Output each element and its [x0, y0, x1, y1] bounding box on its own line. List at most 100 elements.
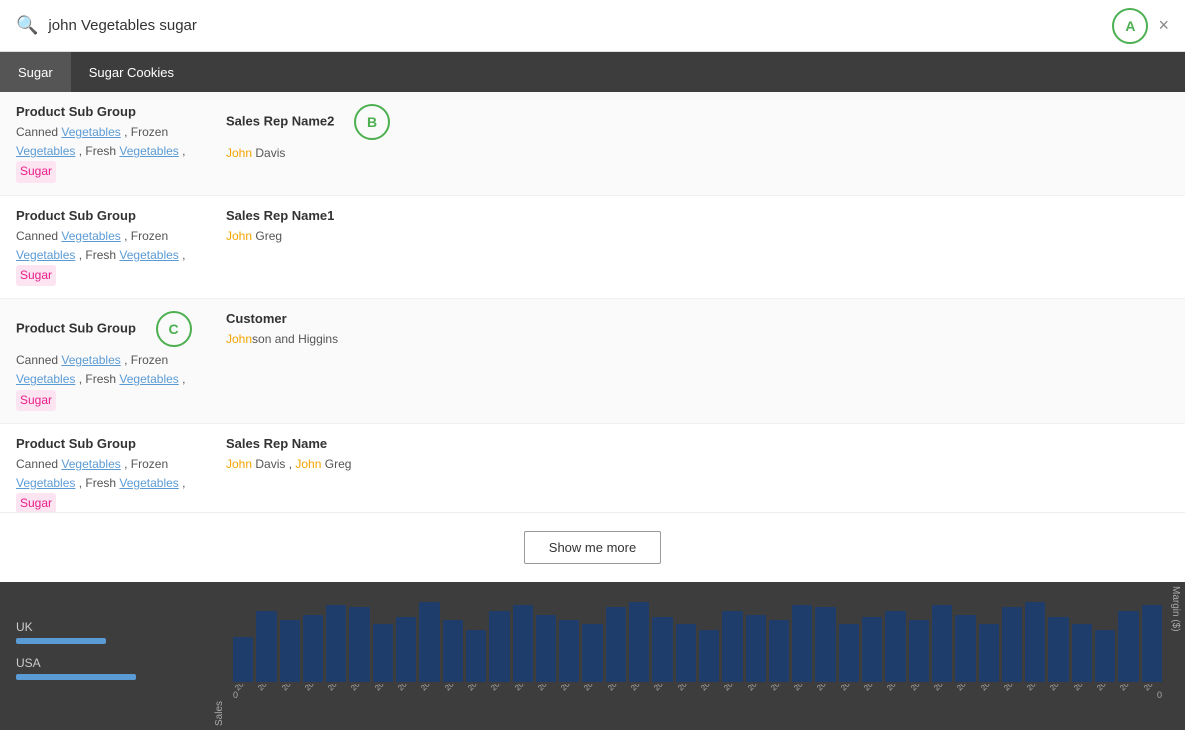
highlight-john: John	[295, 457, 321, 471]
chart-bar	[396, 617, 416, 682]
annotation-a: A	[1112, 8, 1148, 44]
highlight-veg: Vegetables	[61, 353, 120, 367]
left-field-values: Canned Vegetables , Frozen Vegetables , …	[16, 227, 226, 287]
chart-bar	[909, 620, 929, 682]
chart-bar	[513, 605, 533, 682]
highlight-veg: Vegetables	[119, 144, 178, 158]
chart-labels: 2012-Jan2012-Feb2012-Mar2012-Apr2012-May…	[229, 684, 1166, 724]
result-row: Product Sub Group C Canned Vegetables , …	[0, 299, 1185, 424]
highlight-john: John	[226, 146, 252, 160]
right-field-label: Sales Rep Name2 B	[226, 104, 1169, 140]
chart-bar	[629, 602, 649, 682]
chart-bar	[1095, 630, 1115, 682]
chart-bar	[722, 611, 742, 682]
result-left-col: Product Sub Group Canned Vegetables , Fr…	[16, 436, 226, 512]
search-icon: 🔍	[16, 15, 38, 36]
result-left-col: Product Sub Group Canned Vegetables , Fr…	[16, 208, 226, 287]
close-button[interactable]: ×	[1158, 15, 1169, 36]
search-bar: 🔍 A ×	[0, 0, 1185, 52]
left-field-values: Canned Vegetables , Frozen Vegetables , …	[16, 351, 226, 411]
tabs-bar: Sugar Sugar Cookies	[0, 52, 1185, 92]
show-more-container: Show me more	[0, 512, 1185, 582]
right-field-values: John Davis , John Greg	[226, 455, 1169, 474]
right-field-values: John Davis	[226, 144, 1169, 163]
chart-left-bar-uk	[16, 638, 106, 644]
chart-left-panel: UK USA	[0, 582, 210, 730]
highlight-sugar: Sugar	[16, 493, 56, 512]
result-left-col: Product Sub Group Canned Vegetables , Fr…	[16, 104, 226, 183]
chart-bar	[979, 624, 999, 682]
chart-bar	[699, 630, 719, 682]
chart-bar	[1142, 605, 1162, 682]
right-field-label: Customer	[226, 311, 1169, 326]
left-field-values: Canned Vegetables , Frozen Vegetables , …	[16, 123, 226, 183]
highlight-veg: Vegetables	[16, 248, 75, 262]
chart-main: 2012-Jan2012-Feb2012-Mar2012-Apr2012-May…	[229, 582, 1166, 730]
chart-bar	[1072, 624, 1092, 682]
highlight-veg: Vegetables	[61, 457, 120, 471]
chart-bar	[1025, 602, 1045, 682]
right-field-label: Sales Rep Name1	[226, 208, 1169, 223]
chart-left-item-uk: UK	[16, 620, 194, 644]
result-row: Product Sub Group Canned Vegetables , Fr…	[0, 196, 1185, 300]
highlight-veg: Vegetables	[61, 125, 120, 139]
chart-bar	[839, 624, 859, 682]
sales-axis-label: Sales	[210, 582, 229, 730]
tab-sugar[interactable]: Sugar	[0, 52, 71, 92]
highlight-sugar: Sugar	[16, 265, 56, 286]
highlight-veg: Vegetables	[16, 372, 75, 386]
chart-bar	[373, 624, 393, 682]
chart-bar	[862, 617, 882, 682]
chart-bar	[233, 637, 253, 682]
margin-axis-label: Margin ($)	[1166, 582, 1185, 730]
chart-bar	[443, 620, 463, 682]
chart-bar	[536, 615, 556, 682]
chart-bar	[419, 602, 439, 682]
highlight-veg: Vegetables	[119, 476, 178, 490]
highlight-john: John	[226, 229, 252, 243]
highlight-veg: Vegetables	[61, 229, 120, 243]
result-row: Product Sub Group Canned Vegetables , Fr…	[0, 424, 1185, 512]
show-more-button[interactable]: Show me more	[524, 531, 661, 564]
chart-bar	[559, 620, 579, 682]
chart-bar	[1118, 611, 1138, 682]
right-field-values: Johnson and Higgins	[226, 330, 1169, 349]
left-field-label: Product Sub Group	[16, 104, 226, 119]
chart-bar	[676, 624, 696, 682]
highlight-john: John	[226, 332, 252, 346]
right-field-label: Sales Rep Name	[226, 436, 1169, 451]
left-field-values: Canned Vegetables , Frozen Vegetables , …	[16, 455, 226, 512]
left-field-label: Product Sub Group	[16, 208, 226, 223]
chart-bar	[1048, 617, 1068, 682]
annotation-b: B	[354, 104, 390, 140]
highlight-veg: Vegetables	[16, 476, 75, 490]
search-input[interactable]	[48, 17, 1104, 34]
chart-bar	[466, 630, 486, 682]
highlight-veg: Vegetables	[16, 144, 75, 158]
chart-bar	[955, 615, 975, 682]
chart-left-item-usa: USA	[16, 656, 194, 680]
chart-bar	[256, 611, 276, 682]
chart-left-label-uk: UK	[16, 620, 194, 634]
chart-bar	[769, 620, 789, 682]
highlight-sugar: Sugar	[16, 161, 56, 182]
tab-sugar-cookies[interactable]: Sugar Cookies	[71, 52, 192, 92]
highlight-veg: Vegetables	[119, 372, 178, 386]
highlight-veg: Vegetables	[119, 248, 178, 262]
chart-bar	[932, 605, 952, 682]
result-right-col: Sales Rep Name1 John Greg	[226, 208, 1169, 246]
chart-left-bar-usa	[16, 674, 136, 680]
left-field-label: Product Sub Group	[16, 436, 226, 451]
chart-bar	[582, 624, 602, 682]
left-field-label: Product Sub Group C	[16, 311, 226, 347]
results-list: Product Sub Group Canned Vegetables , Fr…	[0, 92, 1185, 512]
chart-bar	[746, 615, 766, 682]
chart-bar	[326, 605, 346, 682]
result-right-col: Sales Rep Name John Davis , John Greg	[226, 436, 1169, 474]
chart-bar	[652, 617, 672, 682]
chart-zero-left: 0	[233, 690, 238, 700]
chart-bar	[303, 615, 323, 682]
highlight-john: John	[226, 457, 252, 471]
chart-bar	[489, 611, 509, 682]
annotation-c: C	[156, 311, 192, 347]
